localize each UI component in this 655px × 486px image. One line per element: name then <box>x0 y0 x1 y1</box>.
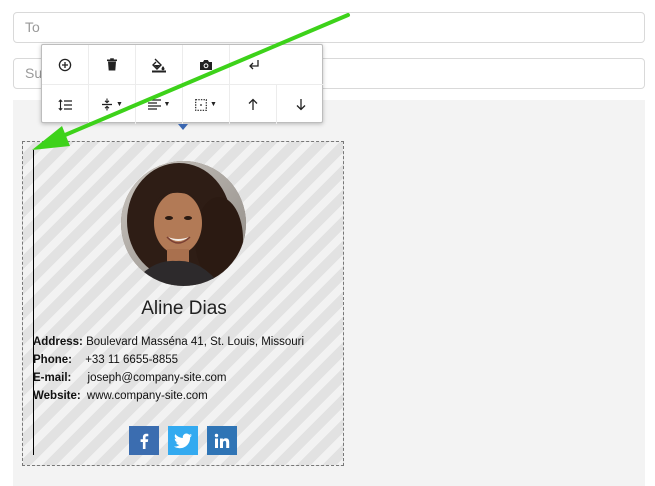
to-field[interactable]: To <box>13 12 645 43</box>
linkedin-button[interactable] <box>207 426 237 455</box>
fill-color-icon <box>152 58 166 72</box>
element-toolbar: ▼ ▼ ▼ <box>41 44 324 124</box>
fill-color-button[interactable] <box>136 45 183 84</box>
website-line: Website: www.company-site.com <box>33 390 208 402</box>
trash-icon <box>107 58 117 71</box>
phone-line: Phone: +33 11 6655-8855 <box>33 354 178 366</box>
address-line: Address: Boulevard Masséna 41, St. Louis… <box>33 336 304 348</box>
move-up-button[interactable] <box>230 85 277 124</box>
signature-block[interactable]: Aline Dias Address: Boulevard Masséna 41… <box>22 141 344 466</box>
phone-value: +33 11 6655-8855 <box>85 354 179 366</box>
website-value: www.company-site.com <box>86 390 208 402</box>
signature-name: Aline Dias <box>141 298 227 319</box>
toolbar-row-2: ▼ ▼ ▼ <box>42 84 324 124</box>
move-down-button[interactable] <box>277 85 324 124</box>
add-button[interactable] <box>42 45 89 84</box>
twitter-icon <box>174 433 192 448</box>
arrow-up-icon <box>248 98 258 110</box>
chevron-down-icon: ▼ <box>116 101 123 108</box>
vertical-align-icon <box>102 98 113 111</box>
linkedin-icon <box>214 433 230 448</box>
address-label: Address: <box>33 336 83 348</box>
twitter-button[interactable] <box>168 426 198 455</box>
image-button[interactable] <box>183 45 230 84</box>
vertical-align-button[interactable]: ▼ <box>89 85 136 124</box>
add-circle-icon <box>58 58 72 71</box>
arrow-down-icon <box>296 99 305 111</box>
facebook-button[interactable] <box>129 426 159 455</box>
toolbar-row-1 <box>42 45 324 84</box>
avatar-photo <box>121 161 246 286</box>
border-icon <box>195 98 207 111</box>
return-icon <box>248 59 259 69</box>
border-button[interactable]: ▼ <box>183 85 230 124</box>
align-icon <box>147 99 161 110</box>
facebook-icon <box>140 433 149 449</box>
avatar[interactable] <box>121 161 246 286</box>
line-height-icon <box>58 98 72 111</box>
chevron-down-icon: ▼ <box>163 101 171 108</box>
align-button[interactable]: ▼ <box>136 85 183 124</box>
website-label: Website: <box>33 390 81 402</box>
to-placeholder: To <box>25 19 40 35</box>
address-value: Boulevard Masséna 41, St. Louis, Missour… <box>86 336 305 348</box>
chevron-down-icon: ▼ <box>210 101 217 108</box>
phone-label: Phone: <box>33 354 72 366</box>
email-value: joseph@company-site.com <box>87 372 227 384</box>
camera-icon <box>200 59 212 70</box>
return-button[interactable] <box>230 45 277 84</box>
toolbar-pointer <box>178 124 188 130</box>
email-line: E-mail: joseph@company-site.com <box>33 372 226 384</box>
line-height-button[interactable] <box>42 85 89 124</box>
delete-button[interactable] <box>89 45 136 84</box>
email-label: E-mail: <box>33 372 72 384</box>
